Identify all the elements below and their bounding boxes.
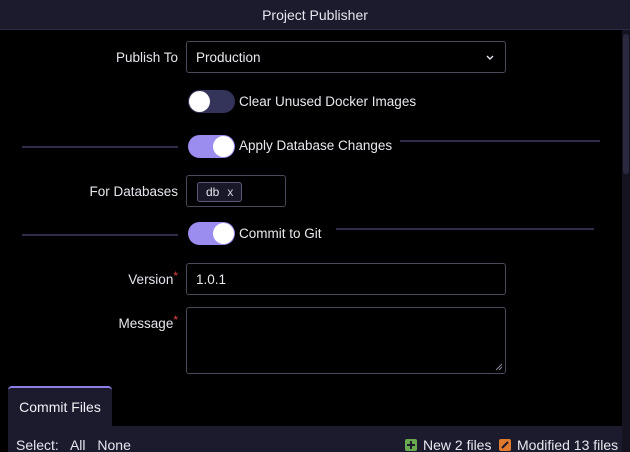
select-all-link[interactable]: All [70, 437, 86, 452]
commit-git-toggle[interactable] [188, 222, 235, 245]
apply-db-toggle[interactable] [188, 135, 235, 158]
for-databases-label: For Databases [89, 184, 178, 199]
pencil-square-icon [499, 439, 511, 451]
required-mark: * [173, 313, 178, 327]
section-divider-left [22, 234, 178, 236]
databases-tag-input[interactable]: db x [186, 175, 286, 207]
new-files-count: New 2 files [423, 437, 492, 452]
publish-to-select[interactable]: Production [186, 41, 506, 73]
clear-docker-toggle[interactable] [188, 90, 235, 113]
select-label: Select: [16, 437, 59, 452]
resize-grip-icon[interactable] [495, 363, 503, 371]
required-mark: * [173, 269, 178, 283]
plus-square-icon [405, 439, 417, 451]
commit-files-panel: Select: All None New 2 files Modified 13… [8, 426, 622, 452]
publish-to-value: Production [196, 50, 261, 65]
db-tag: db x [197, 182, 243, 202]
chevron-down-icon [486, 55, 494, 60]
file-select-row: Select: All None [16, 437, 139, 452]
version-label-text: Version [128, 272, 174, 287]
bottom-tab-bar: Commit Files [8, 386, 622, 426]
toggle-knob [189, 91, 210, 112]
db-tag-label: db [206, 185, 220, 199]
scrollbar-thumb[interactable] [623, 34, 629, 174]
new-files-stat[interactable]: New 2 files [405, 437, 491, 452]
toggle-knob [213, 136, 234, 157]
message-label-text: Message [118, 316, 174, 331]
message-label: Message* [8, 313, 178, 331]
apply-db-label: Apply Database Changes [239, 138, 393, 153]
select-none-link[interactable]: None [97, 437, 130, 452]
toggle-knob [213, 223, 234, 244]
section-divider-right [400, 140, 600, 142]
version-input[interactable]: 1.0.1 [186, 263, 506, 295]
remove-tag-icon[interactable]: x [227, 183, 233, 201]
version-label: Version* [8, 269, 178, 287]
section-divider-left [22, 146, 178, 148]
clear-docker-label: Clear Unused Docker Images [239, 94, 417, 109]
tab-commit-files[interactable]: Commit Files [8, 386, 112, 426]
modified-files-stat[interactable]: Modified 13 files [499, 437, 618, 452]
publish-to-label: Publish To [115, 50, 178, 65]
modified-files-count: Modified 13 files [517, 437, 619, 452]
section-divider-right [336, 228, 594, 230]
commit-git-label: Commit to Git [239, 226, 322, 241]
message-textarea[interactable] [186, 307, 506, 374]
window-title: Project Publisher [0, 0, 630, 30]
